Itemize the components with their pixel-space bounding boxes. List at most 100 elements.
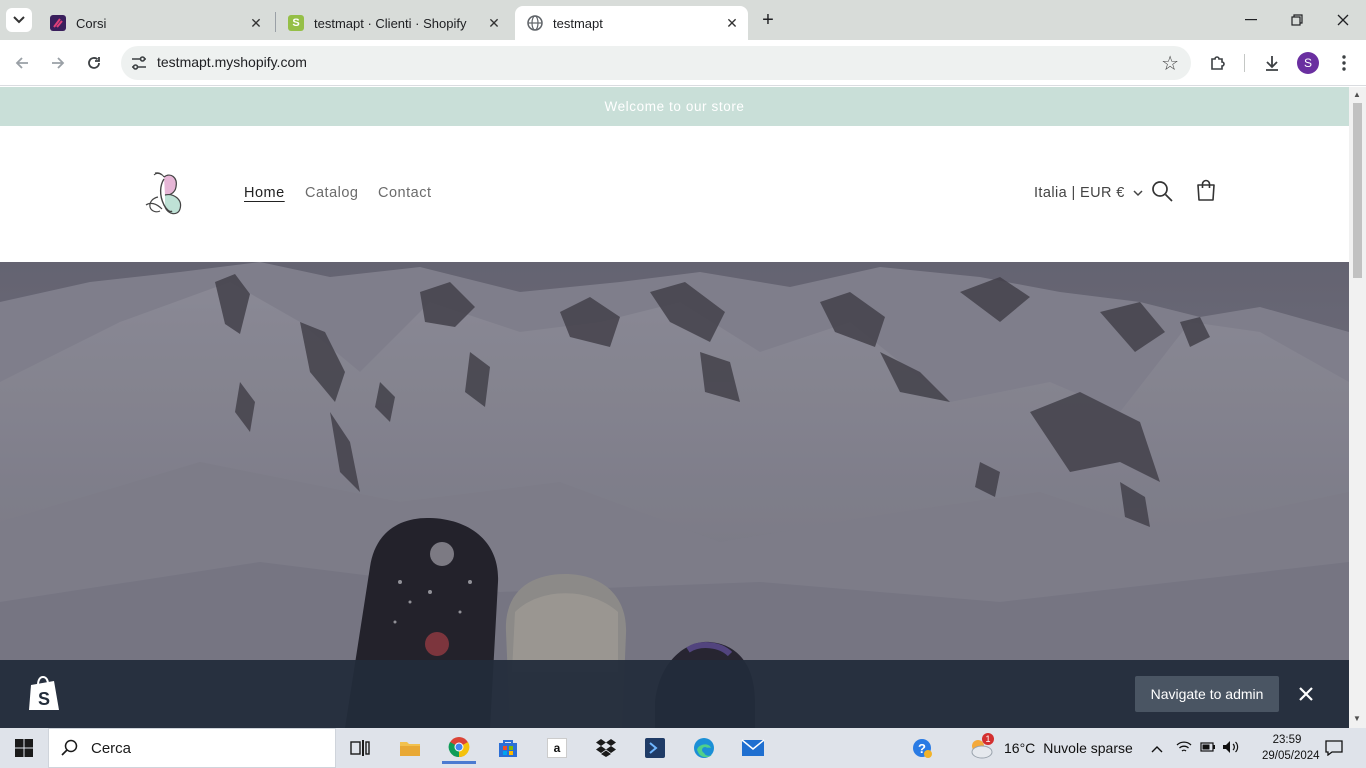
url-text: testmapt.myshopify.com <box>157 54 307 70</box>
tab-title: Corsi <box>76 15 107 31</box>
svg-text:S: S <box>38 689 50 709</box>
country-currency-selector[interactable]: Italia | EUR € <box>1034 185 1143 201</box>
snowy-mountains-image <box>0 262 1349 728</box>
weather-temp: 16°C <box>1004 740 1036 756</box>
windows-taskbar: Cerca a ? 1 16°C Nuvole sparse 23:59 29/… <box>0 728 1366 768</box>
close-icon[interactable] <box>1296 684 1316 704</box>
arrow-right-icon <box>52 57 65 69</box>
terminal-icon <box>645 738 665 758</box>
chrome-menu-button[interactable] <box>1329 48 1359 78</box>
store-header: Home Catalog Contact Italia | EUR € <box>0 126 1349 262</box>
announcement-bar: Welcome to our store <box>0 87 1349 126</box>
navigate-to-admin-button[interactable]: Navigate to admin <box>1135 676 1279 712</box>
tab-corsi[interactable]: Corsi ✕ <box>38 6 272 40</box>
tab-search-button[interactable] <box>6 8 32 32</box>
reload-icon <box>88 57 100 69</box>
amazon-app[interactable]: a <box>540 732 574 764</box>
tab-title: testmapt <box>553 15 603 31</box>
weather-cloud-icon: 1 <box>968 733 994 759</box>
scrollbar-thumb[interactable] <box>1353 103 1362 278</box>
task-view-icon <box>350 740 370 756</box>
browser-tab-bar: Corsi ✕ S testmapt · Clienti · Shopify ✕… <box>0 0 1366 40</box>
edge-icon <box>694 738 714 758</box>
locale-label: Italia | EUR € <box>1034 185 1125 201</box>
new-tab-button[interactable]: + <box>756 8 780 32</box>
scroll-up-arrow-icon[interactable]: ▲ <box>1353 90 1361 99</box>
close-window-button[interactable] <box>1320 0 1366 40</box>
address-bar[interactable]: testmapt.myshopify.com ☆ <box>121 46 1191 80</box>
search-button[interactable] <box>1150 179 1176 205</box>
task-view-button[interactable] <box>343 732 377 764</box>
shopify-favicon-icon: S <box>288 15 304 31</box>
powershell-app[interactable] <box>638 732 672 764</box>
amazon-icon: a <box>547 738 567 758</box>
nav-link-contact[interactable]: Contact <box>378 185 431 201</box>
profile-button[interactable]: S <box>1293 48 1323 78</box>
store-icon <box>499 740 517 757</box>
nav-link-home[interactable]: Home <box>244 185 285 201</box>
help-app[interactable]: ? <box>905 732 939 764</box>
volume-icon[interactable] <box>1222 740 1240 757</box>
tab-title: testmapt · Clienti · Shopify <box>314 15 467 31</box>
store-logo[interactable] <box>140 171 190 219</box>
hero-banner-image <box>0 262 1349 728</box>
chevron-down-icon <box>13 16 25 24</box>
start-button[interactable] <box>0 728 48 768</box>
close-icon[interactable]: ✕ <box>722 13 742 33</box>
battery-icon[interactable] <box>1200 740 1216 756</box>
microsoft-store-app[interactable] <box>491 732 525 764</box>
puzzle-icon <box>1211 56 1225 70</box>
chrome-icon <box>448 736 470 757</box>
search-placeholder: Cerca <box>91 739 132 757</box>
tab-shopify-clients[interactable]: S testmapt · Clienti · Shopify ✕ <box>276 6 510 40</box>
weather-widget[interactable]: 1 16°C Nuvole sparse <box>968 732 1138 764</box>
folder-icon <box>400 742 420 756</box>
cart-button[interactable] <box>1194 178 1220 204</box>
close-icon[interactable]: ✕ <box>484 13 504 33</box>
arrow-left-icon <box>15 57 28 69</box>
extensions-button[interactable] <box>1203 48 1233 78</box>
avatar: S <box>1297 52 1319 74</box>
corsi-favicon-icon <box>50 15 66 31</box>
help-icon: ? <box>913 739 932 758</box>
download-icon <box>1266 56 1278 71</box>
taskbar-search-input[interactable]: Cerca <box>48 728 336 768</box>
search-icon <box>61 739 78 756</box>
weather-alert-badge: 1 <box>982 733 994 745</box>
edge-app[interactable] <box>687 732 721 764</box>
chrome-app[interactable] <box>442 732 476 764</box>
bookmark-star-icon[interactable]: ☆ <box>1161 51 1179 76</box>
wifi-icon[interactable] <box>1176 740 1192 757</box>
shopify-admin-bar: S Navigate to admin <box>0 660 1349 728</box>
nav-link-catalog[interactable]: Catalog <box>305 185 358 201</box>
close-icon[interactable]: ✕ <box>246 13 266 33</box>
notifications-icon[interactable] <box>1325 740 1343 759</box>
minimize-button[interactable] <box>1228 0 1274 40</box>
system-clock[interactable]: 23:59 29/05/2024 <box>1262 732 1320 764</box>
kebab-menu-icon <box>1342 55 1346 71</box>
page-scrollbar[interactable]: ▲ ▼ <box>1349 87 1366 728</box>
chevron-down-icon <box>1133 189 1143 196</box>
shopping-bag-icon <box>1197 179 1215 201</box>
downloads-button[interactable] <box>1257 48 1287 78</box>
file-explorer-app[interactable] <box>393 732 427 764</box>
chevron-up-icon[interactable] <box>1151 740 1163 756</box>
shopify-bag-logo-icon: S <box>26 675 62 713</box>
restore-button[interactable] <box>1274 0 1320 40</box>
tab-testmapt[interactable]: testmapt ✕ <box>515 6 748 40</box>
reload-button[interactable] <box>79 48 109 78</box>
search-icon <box>1152 181 1173 202</box>
mail-app[interactable] <box>736 732 770 764</box>
site-info-icon[interactable] <box>129 53 149 73</box>
scroll-down-arrow-icon[interactable]: ▼ <box>1353 714 1361 723</box>
dropbox-app[interactable] <box>589 732 623 764</box>
forward-button[interactable] <box>43 48 73 78</box>
globe-icon <box>527 15 543 31</box>
browser-toolbar: testmapt.myshopify.com ☆ S <box>0 40 1366 86</box>
butterfly-logo-icon <box>145 172 182 215</box>
mail-icon <box>741 739 765 756</box>
back-button[interactable] <box>7 48 37 78</box>
weather-text: Nuvole sparse <box>1043 740 1133 756</box>
clock-date: 29/05/2024 <box>1262 750 1320 762</box>
clock-time: 23:59 <box>1272 734 1302 746</box>
